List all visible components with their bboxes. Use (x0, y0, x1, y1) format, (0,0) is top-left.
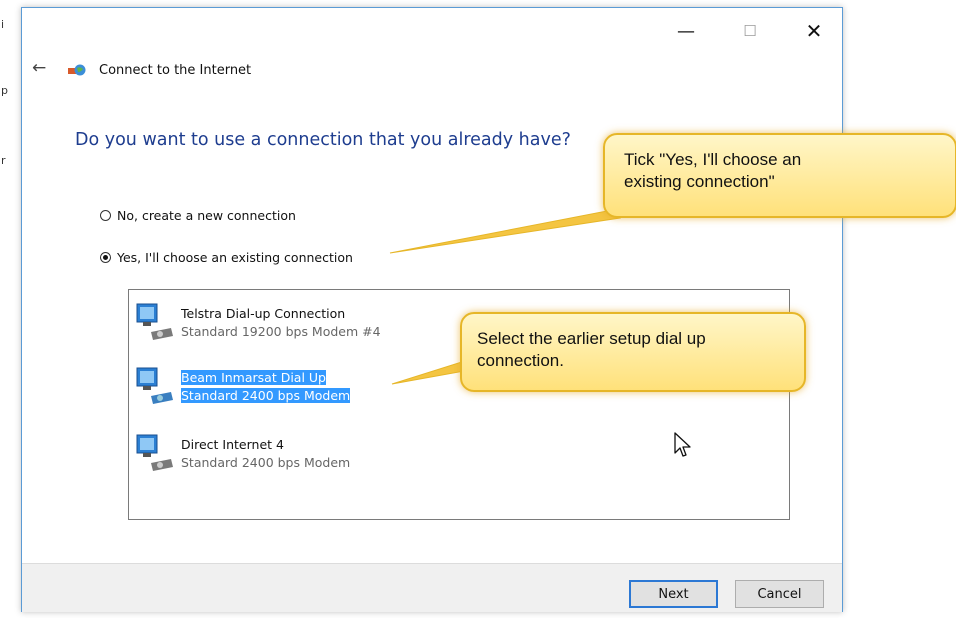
option-existing-connection[interactable]: Yes, I'll choose an existing connection (100, 250, 353, 265)
connection-name: Beam Inmarsat Dial Up (181, 370, 326, 385)
dialog-footer: Next Cancel (22, 563, 842, 612)
edge-text: i (1, 18, 5, 31)
callout-text-line: Tick "Yes, I'll choose an (624, 150, 802, 169)
cancel-button[interactable]: Cancel (735, 580, 824, 608)
minimize-button[interactable]: — (664, 16, 708, 46)
back-arrow-icon[interactable]: ← (32, 58, 46, 78)
connection-device: Standard 2400 bps Modem (181, 388, 351, 403)
next-button[interactable]: Next (629, 580, 718, 608)
option-label: Yes, I'll choose an existing connection (117, 250, 353, 265)
annotation-callout: Select the earlier setup dial up connect… (460, 312, 806, 392)
edge-text: r (1, 154, 6, 167)
callout-text-line: connection. (477, 351, 564, 370)
callout-text-line: existing connection" (624, 172, 775, 191)
window-title: Connect to the Internet (99, 63, 252, 78)
dialup-connection-icon (136, 367, 173, 404)
page-heading: Do you want to use a connection that you… (75, 130, 571, 150)
minimize-icon: — (677, 20, 695, 42)
option-new-connection[interactable]: No, create a new connection (100, 208, 296, 223)
close-icon: ✕ (805, 19, 823, 43)
dialup-connection-icon (136, 303, 173, 340)
option-label: No, create a new connection (117, 208, 296, 223)
connection-device: Standard 19200 bps Modem #4 (181, 324, 381, 339)
list-item-beam-inmarsat[interactable]: Beam Inmarsat Dial Up Standard 2400 bps … (135, 366, 351, 406)
network-globe-icon (68, 64, 86, 76)
list-item-telstra[interactable]: Telstra Dial-up Connection Standard 1920… (135, 302, 381, 342)
annotation-callout: Tick "Yes, I'll choose an existing conne… (603, 133, 956, 218)
connection-name: Telstra Dial-up Connection (181, 306, 346, 321)
close-button[interactable]: ✕ (792, 16, 836, 46)
connection-device: Standard 2400 bps Modem (181, 455, 351, 470)
mouse-cursor-icon (674, 432, 691, 457)
maximize-icon: ☐ (743, 22, 757, 40)
callout-text-line: Select the earlier setup dial up (477, 329, 706, 348)
connection-name: Direct Internet 4 (181, 437, 284, 452)
connect-dialog-window: — ☐ ✕ ← Connect to the Internet Do you w… (21, 7, 843, 612)
list-item-direct-internet[interactable]: Direct Internet 4 Standard 2400 bps Mode… (135, 433, 350, 473)
dialup-connection-icon (136, 434, 173, 471)
radio-button-checked[interactable] (100, 252, 111, 263)
left-edge-fragments: i p r (0, 0, 22, 618)
edge-text: p (1, 84, 8, 97)
maximize-button[interactable]: ☐ (728, 16, 772, 46)
radio-button[interactable] (100, 210, 111, 221)
